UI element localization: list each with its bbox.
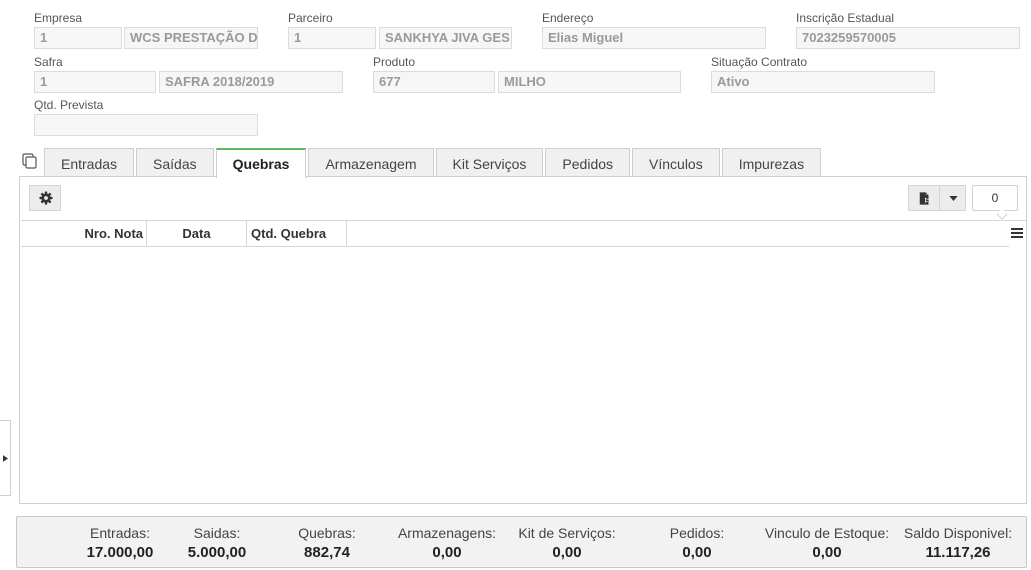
parceiro-code-field[interactable]: 1: [288, 27, 376, 49]
totals-bar: Entradas: 17.000,00 Saidas: 5.000,00 Que…: [16, 516, 1027, 568]
total-quebras-value: 882,74: [304, 544, 350, 561]
produto-code-field[interactable]: 677: [373, 71, 495, 93]
quebras-panel: 0 Nro. Nota Data Qtd. Quebra: [19, 176, 1027, 504]
safra-name-field[interactable]: SAFRA 2018/2019: [159, 71, 343, 93]
total-pedidos-value: 0,00: [682, 544, 712, 561]
situacao-field[interactable]: Ativo: [711, 71, 935, 93]
tab-vinculos[interactable]: Vínculos: [632, 148, 720, 177]
inscricao-label: Inscrição Estadual: [796, 11, 895, 25]
quebras-grid: Nro. Nota Data Qtd. Quebra: [21, 220, 1026, 504]
total-saldo-disponivel-value: 11.117,26: [925, 544, 991, 561]
qtd-prevista-field[interactable]: [34, 114, 258, 136]
tab-bar: Entradas Saídas Quebras Armazenagem Kit …: [44, 148, 823, 178]
tab-armazenagem[interactable]: Armazenagem: [308, 148, 434, 177]
copy-icon[interactable]: [22, 153, 38, 169]
total-saidas-value: 5.000,00: [187, 544, 247, 561]
total-entradas-value: 17.000,00: [86, 544, 154, 561]
total-armazenagens: Armazenagens: 0,00: [395, 525, 499, 561]
total-kit-servicos-label: Kit de Serviços:: [518, 525, 616, 541]
column-header-data[interactable]: Data: [147, 221, 247, 246]
inscricao-field[interactable]: 7023259570005: [796, 27, 1020, 49]
caret-right-icon: [3, 455, 8, 462]
produto-name-field[interactable]: MILHO: [498, 71, 681, 93]
export-button[interactable]: [908, 185, 940, 211]
safra-code-field[interactable]: 1: [34, 71, 156, 93]
tab-kit-servicos[interactable]: Kit Serviços: [435, 148, 544, 177]
gear-icon: [39, 191, 53, 205]
total-kit-servicos-value: 0,00: [552, 544, 582, 561]
column-header-qtd-quebra[interactable]: Qtd. Quebra: [247, 221, 347, 246]
grid-header: Nro. Nota Data Qtd. Quebra: [21, 221, 1009, 247]
settings-button[interactable]: [29, 185, 61, 211]
situacao-label: Situação Contrato: [711, 55, 808, 69]
total-armazenagens-value: 0,00: [432, 544, 462, 561]
total-saldo-disponivel-label: Saldo Disponivel:: [903, 525, 1013, 541]
total-vinculo-estoque-label: Vinculo de Estoque:: [764, 525, 890, 541]
total-vinculo-estoque: Vinculo de Estoque: 0,00: [763, 525, 891, 561]
tab-impurezas[interactable]: Impurezas: [721, 148, 822, 177]
total-kit-servicos: Kit de Serviços: 0,00: [515, 525, 619, 561]
empresa-code-field[interactable]: 1: [34, 27, 122, 49]
parceiro-name-field[interactable]: SANKHYA JIVA GES: [379, 27, 512, 49]
total-vinculo-estoque-value: 0,00: [812, 544, 842, 561]
total-entradas-label: Entradas:: [90, 525, 150, 541]
export-options-dropdown[interactable]: [939, 185, 966, 211]
qtd-prevista-label: Qtd. Prevista: [34, 98, 104, 112]
total-saidas: Saidas: 5.000,00: [177, 525, 257, 561]
endereco-label: Endereço: [542, 11, 594, 25]
total-armazenagens-label: Armazenagens:: [397, 525, 497, 541]
caret-down-icon: [949, 196, 958, 201]
tab-pedidos[interactable]: Pedidos: [545, 148, 631, 177]
produto-label: Produto: [373, 55, 416, 69]
column-header-nro-nota[interactable]: Nro. Nota: [21, 221, 147, 246]
total-pedidos: Pedidos: 0,00: [657, 525, 737, 561]
tab-entradas[interactable]: Entradas: [44, 148, 135, 177]
safra-label: Safra: [34, 55, 63, 69]
empresa-name-field[interactable]: WCS PRESTAÇÃO D: [124, 27, 258, 49]
export-document-icon: [919, 192, 931, 205]
total-saldo-disponivel: Saldo Disponivel: 11.117,26: [901, 525, 1015, 561]
total-quebras: Quebras: 882,74: [287, 525, 367, 561]
record-count: 0: [972, 185, 1018, 211]
parceiro-label: Parceiro: [288, 11, 333, 25]
side-panel-toggle[interactable]: [0, 420, 11, 496]
total-saidas-label: Saidas:: [193, 525, 241, 541]
total-entradas: Entradas: 17.000,00: [81, 525, 159, 561]
tab-saidas[interactable]: Saídas: [136, 148, 214, 177]
tab-quebras[interactable]: Quebras: [215, 148, 307, 178]
column-menu-icon[interactable]: [1010, 226, 1024, 240]
total-quebras-label: Quebras:: [298, 525, 356, 541]
total-pedidos-label: Pedidos:: [669, 525, 725, 541]
endereco-field[interactable]: Elias Miguel: [542, 27, 766, 49]
empresa-label: Empresa: [34, 11, 83, 25]
